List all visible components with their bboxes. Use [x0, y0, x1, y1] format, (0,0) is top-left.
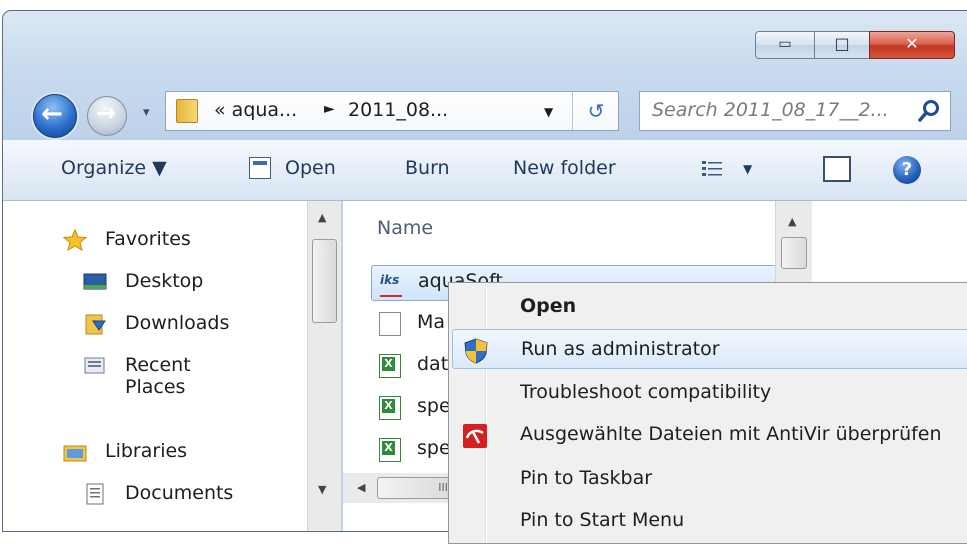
excel-icon — [379, 354, 401, 378]
refresh-icon: ↺ — [587, 99, 605, 123]
search-input[interactable] — [650, 98, 906, 122]
minimize-button[interactable]: ▭ — [755, 31, 815, 59]
back-arrow-icon: ← — [41, 99, 63, 129]
preview-pane-button[interactable] — [823, 156, 851, 182]
menu-item-label: Troubleshoot compatibility — [520, 381, 772, 403]
iks-app-icon: iks — [380, 271, 402, 297]
star-icon — [63, 229, 87, 251]
scroll-thumb[interactable] — [781, 237, 807, 269]
nav-item-label: Libraries — [105, 440, 188, 462]
scroll-up-icon[interactable]: ▲ — [788, 215, 796, 228]
menu-item-pin-to-taskbar[interactable]: Pin to Taskbar — [452, 459, 967, 499]
search-box[interactable] — [639, 91, 951, 131]
breadcrumb-separator-icon[interactable]: ► — [324, 101, 335, 117]
breadcrumb-aqua[interactable]: « aqua... — [214, 99, 297, 121]
horizontal-scroll-thumb[interactable]: III — [377, 477, 453, 499]
organize-button[interactable]: Organize ▼ — [61, 157, 167, 179]
menu-item-pin-to-start-menu[interactable]: Pin to Start Menu — [452, 501, 967, 541]
nav-pane-scrollbar[interactable]: ▲ ▼ — [307, 201, 341, 531]
scroll-up-icon[interactable]: ▲ — [318, 211, 326, 224]
nav-item-label: Desktop — [125, 270, 204, 292]
menu-item-run-as-administrator[interactable]: Run as administrator — [452, 329, 967, 369]
minimize-icon: ▭ — [778, 36, 792, 52]
address-bar[interactable]: « aqua... ► 2011_08... ▼ ↺ — [165, 91, 619, 131]
libraries-icon — [63, 445, 87, 462]
close-icon: ✕ — [905, 34, 919, 53]
excel-icon — [379, 438, 401, 462]
address-dropdown-icon[interactable]: ▼ — [544, 105, 553, 119]
help-icon[interactable]: ? — [893, 156, 921, 184]
open-button[interactable]: Open — [285, 157, 336, 179]
scroll-down-icon[interactable]: ▼ — [318, 483, 326, 496]
scroll-thumb[interactable] — [312, 239, 337, 323]
close-button[interactable]: ✕ — [869, 31, 955, 59]
refresh-button[interactable]: ↺ — [572, 92, 619, 130]
documents-icon — [86, 483, 104, 505]
forward-arrow-icon: → — [96, 99, 117, 127]
menu-item-label: Run as administrator — [521, 338, 720, 360]
burn-button[interactable]: Burn — [405, 157, 450, 179]
menu-item-antivir-scan[interactable]: Ausgewählte Dateien mit AntiVir überprüf… — [452, 415, 967, 455]
context-menu: Open Run as administrator Troubleshoot c… — [448, 282, 967, 544]
horizontal-scrollbar[interactable]: ◀ III — [343, 473, 453, 503]
file-name: spe — [417, 395, 451, 417]
breadcrumb-label: aqua... — [231, 99, 298, 121]
breadcrumb-2011-08[interactable]: 2011_08... — [348, 99, 448, 121]
maximize-icon: □ — [834, 34, 850, 53]
maximize-button[interactable]: □ — [814, 31, 870, 59]
back-button[interactable]: ← — [33, 94, 77, 138]
downloads-folder-icon — [85, 314, 106, 335]
excel-icon — [379, 396, 401, 420]
nav-item-label: Downloads — [125, 312, 230, 334]
menu-item-label: Pin to Taskbar — [520, 467, 653, 489]
nav-item-label: Documents — [125, 482, 234, 504]
views-dropdown-icon[interactable]: ▼ — [743, 162, 752, 176]
breadcrumb-overflow-icon: « — [214, 99, 226, 121]
menu-item-label: Open — [520, 295, 577, 317]
file-name: Ma — [417, 311, 446, 333]
recent-pages-dropdown-icon[interactable]: ▾ — [143, 105, 150, 120]
new-folder-button[interactable]: New folder — [513, 157, 616, 179]
recent-places-icon — [84, 357, 105, 374]
uac-shield-icon — [464, 338, 488, 364]
open-icon — [249, 157, 271, 179]
folder-icon — [176, 99, 198, 123]
views-icon[interactable] — [701, 160, 723, 178]
document-icon — [379, 312, 401, 336]
menu-item-label: Ausgewählte Dateien mit AntiVir überprüf… — [520, 423, 942, 445]
search-icon[interactable] — [916, 98, 942, 124]
command-bar: Organize ▼ Open Burn New folder ▼ ? — [3, 140, 967, 201]
scroll-left-icon[interactable]: ◀ — [357, 481, 365, 494]
navigation-pane: Favorites Desktop Downloads Recent Place… — [3, 201, 341, 531]
menu-item-open[interactable]: Open — [452, 287, 967, 327]
desktop-icon — [83, 273, 107, 290]
menu-item-troubleshoot-compatibility[interactable]: Troubleshoot compatibility — [452, 373, 967, 413]
forward-button[interactable]: → — [87, 96, 127, 136]
antivir-umbrella-icon — [463, 424, 487, 448]
nav-item-label: Recent Places — [125, 354, 191, 398]
nav-item-label: Favorites — [105, 228, 191, 250]
menu-item-label: Pin to Start Menu — [520, 509, 685, 531]
column-header-name[interactable]: Name — [377, 217, 433, 239]
file-name: dat — [417, 353, 449, 375]
scroll-grip: III — [438, 481, 448, 494]
file-name: spe — [417, 437, 451, 459]
